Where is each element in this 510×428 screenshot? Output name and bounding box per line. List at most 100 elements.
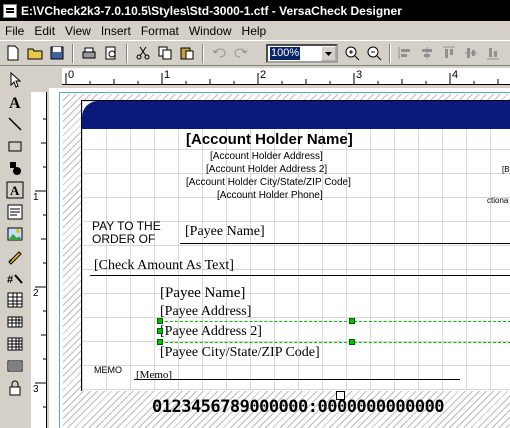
align-center-icon[interactable]: [418, 44, 436, 62]
menu-file[interactable]: File: [0, 24, 29, 38]
account-holder-city-state-zip[interactable]: [Account Holder City/State/ZIP Code]: [186, 177, 351, 188]
undo-icon[interactable]: [210, 44, 228, 62]
micr-line[interactable]: 0123456789000000:0000000000000: [152, 397, 445, 417]
new-file-icon[interactable]: [4, 44, 22, 62]
drawing-toolbox: A A #: [0, 66, 29, 428]
selection-outline-top: [160, 321, 510, 322]
resize-handle[interactable]: [349, 318, 355, 324]
line-tool-icon[interactable]: [4, 114, 26, 134]
toolbar-separator: [72, 44, 74, 63]
paragraph-tool-icon[interactable]: [4, 202, 26, 222]
svg-text:#: #: [7, 274, 13, 286]
copy-icon[interactable]: [156, 44, 174, 62]
payee-block-address[interactable]: [Payee Address]: [160, 304, 251, 320]
signature-tool-icon[interactable]: [4, 246, 26, 266]
paste-icon[interactable]: [178, 44, 196, 62]
ruler-mark-1: 1: [164, 69, 171, 81]
align-bottom-icon[interactable]: [484, 44, 502, 62]
ruler-mark-0: 0: [68, 69, 75, 81]
svg-text:A: A: [9, 95, 21, 111]
payee-name-field[interactable]: [Payee Name]: [185, 224, 265, 240]
account-holder-address[interactable]: [Account Holder Address]: [210, 151, 323, 162]
lock-icon[interactable]: [4, 378, 26, 398]
horizontal-ruler: 0 1 2 3 4: [62, 68, 510, 85]
register-tool-icon[interactable]: [4, 334, 26, 354]
main-toolbar: [0, 40, 510, 66]
bank-name-fragment[interactable]: [B: [502, 165, 510, 174]
menu-edit[interactable]: Edit: [29, 24, 60, 38]
toolbar-separator: [389, 44, 391, 63]
image-tool-icon[interactable]: [4, 224, 26, 244]
memo-line: [134, 379, 460, 380]
ruler-ticks: [35, 118, 46, 408]
resize-handle[interactable]: [157, 328, 163, 334]
shapes-tool-icon[interactable]: [4, 158, 26, 178]
header-band[interactable]: [82, 101, 510, 127]
rectangle-tool-icon[interactable]: [4, 136, 26, 156]
zoom-value[interactable]: 100%: [270, 47, 301, 60]
menu-help[interactable]: Help: [237, 24, 272, 38]
account-holder-address-2[interactable]: [Account Holder Address 2]: [206, 164, 327, 175]
grid-tool-icon[interactable]: [4, 312, 26, 332]
svg-text:A: A: [10, 183, 20, 198]
align-left-icon[interactable]: [396, 44, 414, 62]
toolbar-separator: [202, 44, 204, 63]
ruler-mark-v3: 3: [33, 384, 39, 395]
text-tool-icon[interactable]: A: [4, 92, 26, 112]
check-layout[interactable]: [Account Holder Name] [Account Holder Ad…: [81, 100, 510, 391]
zoom-out-icon[interactable]: [365, 44, 383, 62]
payee-line: [180, 243, 510, 244]
payee-block-city-state-zip[interactable]: [Payee City/State/ZIP Code]: [160, 345, 320, 361]
align-middle-icon[interactable]: [462, 44, 480, 62]
menu-view[interactable]: View: [60, 24, 96, 38]
resize-handle[interactable]: [157, 339, 163, 345]
save-icon[interactable]: [48, 44, 66, 62]
payee-block-address-2[interactable]: [Payee Address 2]: [160, 324, 262, 340]
table-tool-icon[interactable]: [4, 290, 26, 310]
page-edge: [59, 92, 510, 93]
print-preview-icon[interactable]: [102, 44, 120, 62]
cut-icon[interactable]: [134, 44, 152, 62]
menu-bar: File Edit View Insert Format Window Help: [0, 21, 510, 40]
header-band-line: [82, 127, 510, 129]
zoom-combo[interactable]: 100%: [266, 44, 338, 63]
ruler-mark-v1: 1: [33, 192, 39, 203]
ruler-mark-4: 4: [452, 69, 459, 81]
pay-to-label-line1: PAY TO THE: [92, 219, 161, 233]
text-frame-tool-icon[interactable]: A: [4, 180, 26, 200]
menu-window[interactable]: Window: [184, 24, 237, 38]
account-holder-phone[interactable]: [Account Holder Phone]: [217, 190, 323, 201]
vertical-ruler: 1 2 3: [31, 92, 47, 428]
ruler-mark-v2: 2: [33, 288, 39, 299]
chevron-down-icon[interactable]: [321, 46, 336, 61]
zoom-in-icon[interactable]: [343, 44, 361, 62]
fractional-fragment[interactable]: ctiona: [487, 196, 508, 205]
redo-icon[interactable]: [232, 44, 250, 62]
account-holder-name[interactable]: [Account Holder Name]: [186, 131, 353, 148]
amount-line: [90, 275, 510, 276]
number-tool-icon[interactable]: #: [4, 268, 26, 288]
pointer-icon[interactable]: [4, 70, 26, 90]
menu-format[interactable]: Format: [136, 24, 184, 38]
pay-to-label-line2: ORDER OF: [92, 232, 156, 246]
page-edge: [59, 92, 60, 428]
ruler-mark-2: 2: [260, 69, 267, 81]
selection-outline-bottom: [160, 342, 510, 343]
ruler-corner: [31, 68, 60, 85]
payee-block-name[interactable]: [Payee Name]: [160, 285, 245, 302]
resize-handle[interactable]: [157, 318, 163, 324]
check-amount-text-field[interactable]: [Check Amount As Text]: [94, 258, 234, 274]
window-title: E:\VCheck2k3-7.0.10.5\Styles\Std-3000-1.…: [21, 3, 402, 18]
title-bar: E:\VCheck2k3-7.0.10.5\Styles\Std-3000-1.…: [0, 0, 510, 21]
menu-insert[interactable]: Insert: [96, 24, 136, 38]
align-top-icon[interactable]: [440, 44, 458, 62]
toolbar-separator: [126, 44, 128, 63]
print-icon[interactable]: [80, 44, 98, 62]
design-canvas[interactable]: [Account Holder Name] [Account Holder Ad…: [49, 88, 510, 428]
app-icon[interactable]: [3, 3, 17, 18]
open-folder-icon[interactable]: [26, 44, 44, 62]
memo-label: MEMO: [94, 365, 122, 375]
ruler-ticks: [65, 73, 499, 84]
resize-handle[interactable]: [349, 339, 355, 345]
barcode-tool-icon[interactable]: [4, 356, 26, 376]
